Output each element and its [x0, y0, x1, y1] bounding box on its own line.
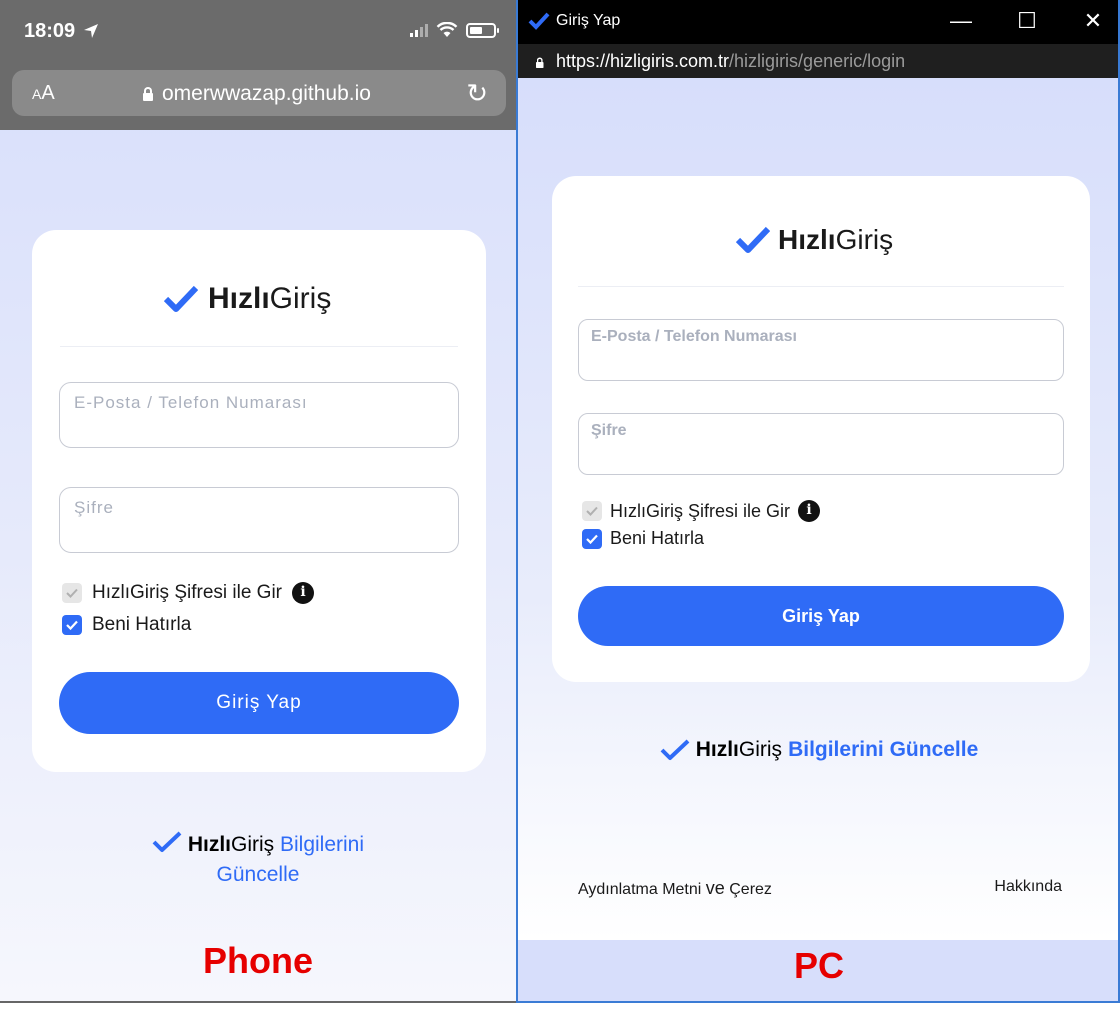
- battery-icon: [466, 22, 499, 38]
- privacy-notice-link[interactable]: Aydınlatma Metni: [578, 881, 701, 898]
- cookie-link[interactable]: Çerez: [729, 881, 772, 898]
- pc-url[interactable]: https://hizligiris.com.tr/hizligiris/gen…: [534, 51, 905, 72]
- brand-logo: HızlıGiriş: [736, 224, 893, 256]
- status-icons: [410, 22, 499, 38]
- checkmark-logo-icon: [660, 739, 690, 760]
- text-size-small: A: [32, 86, 42, 102]
- phone-url[interactable]: omerwwazap.github.io: [142, 82, 371, 106]
- brand-bold: Hızlı: [778, 224, 836, 255]
- password-login-option[interactable]: HızlıGiriş Şifresi ile Gir i: [62, 582, 315, 604]
- phone-url-text: omerwwazap.github.io: [162, 82, 371, 105]
- password-login-label: HızlıGiriş Şifresi ile Gir: [610, 500, 791, 521]
- reload-icon[interactable]: ↻: [466, 78, 488, 109]
- password-placeholder: Şifre: [591, 422, 627, 439]
- remember-me-option[interactable]: Beni Hatırla: [62, 614, 191, 636]
- text-size-big: A: [41, 82, 55, 104]
- window-title-text: Giriş Yap: [556, 12, 621, 29]
- update-info-link[interactable]: HızlıGiriş Bilgilerini Güncelle: [0, 830, 516, 890]
- footer-ve: ve: [705, 878, 725, 898]
- location-arrow-icon: [83, 24, 98, 38]
- update-link[interactable]: Bilgilerini Güncelle: [788, 738, 978, 762]
- remember-me-label: Beni Hatırla: [92, 614, 192, 635]
- email-field[interactable]: E-Posta / Telefon Numarası: [578, 319, 1064, 381]
- remember-me-label: Beni Hatırla: [610, 528, 705, 548]
- brand-regular: Giriş: [269, 282, 332, 315]
- pc-window: Giriş Yap — ☐ ✕ https://hizligiris.com.t…: [516, 0, 1120, 1003]
- brand-logo: HızlıGiriş: [164, 282, 331, 316]
- brand-bold: Hızlı: [208, 282, 270, 315]
- email-placeholder: E-Posta / Telefon Numarası: [591, 328, 797, 345]
- login-card: HızlıGiriş E-Posta / Telefon Numarası Şi…: [32, 230, 486, 772]
- email-placeholder: E-Posta / Telefon Numarası: [74, 393, 308, 412]
- update-brand-regular: Giriş: [230, 833, 275, 856]
- phone-caption: Phone: [202, 940, 313, 981]
- phone-address-bar[interactable]: AA omerwwazap.github.io ↻: [12, 70, 506, 116]
- remember-me-checkbox[interactable]: [62, 615, 82, 635]
- divider: [578, 286, 1064, 287]
- password-login-option[interactable]: HızlıGiriş Şifresi ile Gir i: [582, 500, 821, 522]
- brand-name: HızlıGiriş: [778, 224, 893, 256]
- status-time: 18:09: [24, 20, 99, 43]
- brand-name: HızlıGiriş: [208, 282, 331, 316]
- login-button[interactable]: Giriş Yap: [59, 672, 459, 734]
- update-info-link[interactable]: HızlıGiriş Bilgilerini Güncelle: [518, 738, 1118, 762]
- pc-caption: PC: [793, 945, 844, 986]
- checkmark-logo-icon: [152, 831, 182, 852]
- password-field[interactable]: Şifre: [578, 413, 1064, 475]
- checkbox-check-icon: [586, 506, 598, 516]
- phone-browser-bar: AA omerwwazap.github.io ↻: [0, 62, 516, 130]
- brand-regular: Giriş: [835, 224, 894, 255]
- checkmark-logo-icon: [736, 226, 770, 253]
- password-placeholder: Şifre: [74, 498, 114, 517]
- remember-me-checkbox[interactable]: [582, 528, 602, 549]
- checkbox-check-icon: [66, 620, 78, 631]
- email-field[interactable]: E-Posta / Telefon Numarası: [59, 382, 459, 448]
- footer-privacy-links: Aydınlatma Metni ve Çerez: [578, 878, 772, 899]
- about-link[interactable]: Hakkında: [994, 878, 1062, 896]
- wifi-icon: [436, 22, 458, 37]
- password-field[interactable]: Şifre: [59, 487, 459, 553]
- phone-status-bar: 18:09: [0, 0, 516, 62]
- info-icon[interactable]: i: [798, 500, 821, 522]
- window-titlebar: Giriş Yap — ☐ ✕: [518, 0, 1118, 46]
- info-icon[interactable]: i: [292, 582, 315, 604]
- phone-screen: 18:09 AA omerwwazap.github.io ↻ HızlıGir…: [0, 0, 516, 1003]
- login-button[interactable]: Giriş Yap: [578, 586, 1064, 646]
- update-link-line1[interactable]: Bilgilerini: [280, 833, 364, 856]
- checkmark-logo-icon: [164, 285, 198, 312]
- update-brand-regular: Giriş: [738, 738, 783, 761]
- password-login-checkbox[interactable]: [62, 583, 82, 603]
- password-login-checkbox[interactable]: [582, 501, 602, 521]
- text-size-button[interactable]: AA: [32, 82, 55, 105]
- login-card: HızlıGiriş E-Posta / Telefon Numarası Şi…: [552, 176, 1090, 682]
- checkbox-check-icon: [586, 534, 598, 544]
- divider: [60, 346, 458, 347]
- url-path: /hizligiris/generic/login: [729, 51, 906, 71]
- pc-address-bar[interactable]: https://hizligiris.com.tr/hizligiris/gen…: [518, 44, 1118, 78]
- lock-icon: [142, 87, 154, 101]
- checkmark-logo-icon: [528, 12, 550, 30]
- update-link-line2[interactable]: Güncelle: [217, 863, 300, 886]
- pc-page: HızlıGiriş E-Posta / Telefon Numarası Şi…: [518, 78, 1118, 940]
- remember-me-option[interactable]: Beni Hatırla: [582, 528, 704, 549]
- url-host: https://hizligiris.com.tr: [556, 51, 730, 71]
- minimize-button[interactable]: —: [946, 8, 976, 34]
- status-time-text: 18:09: [24, 20, 76, 42]
- update-brand-bold: Hızlı: [187, 833, 231, 856]
- checkbox-check-icon: [66, 588, 78, 598]
- maximize-button[interactable]: ☐: [1012, 8, 1042, 34]
- close-button[interactable]: ✕: [1078, 8, 1108, 34]
- signal-icon: [410, 23, 428, 37]
- password-login-label: HızlıGiriş Şifresi ile Gir: [92, 582, 283, 603]
- window-title: Giriş Yap: [528, 12, 620, 30]
- update-brand-bold: Hızlı: [695, 738, 739, 761]
- lock-icon: [535, 57, 544, 68]
